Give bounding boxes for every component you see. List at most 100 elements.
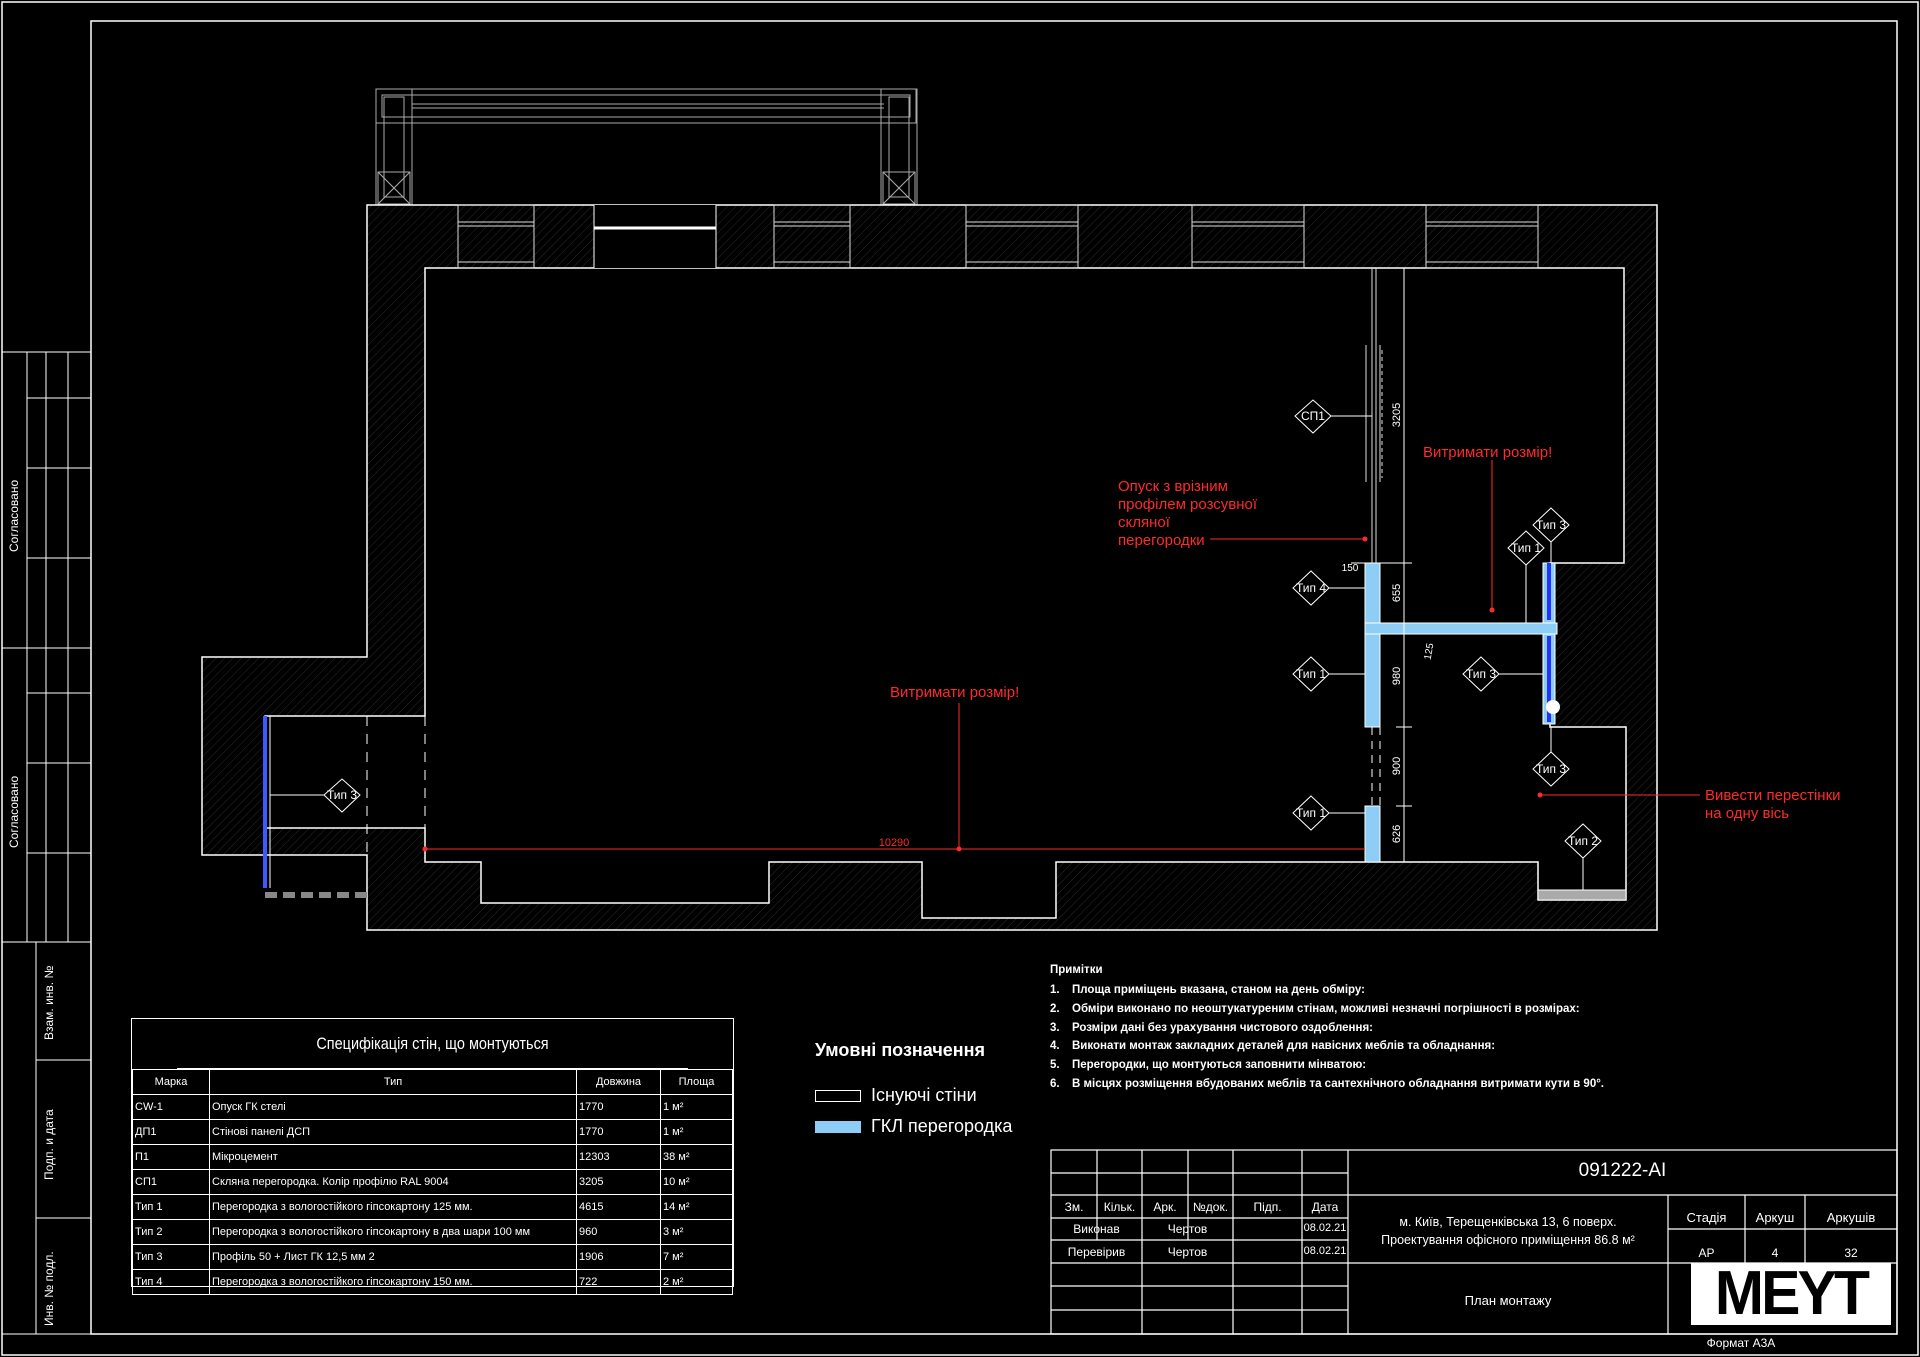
side-agreed-1: Согласовано [7, 479, 21, 552]
note-item: 1. Площа приміщень вказана, станом на ден… [1050, 984, 1365, 996]
notes: Примітки 1. Площа приміщень вказана, стан… [1050, 964, 1604, 1097]
note-item: 5. Перегородки, що монтуються заповнити м… [1050, 1059, 1367, 1072]
spec-cell: Тип 2 [132, 1219, 210, 1245]
note-keep-size-center: Витримати розмір! [890, 684, 1019, 701]
tag-tip3-a: Тип 3 [1536, 518, 1566, 532]
tag-sp1: СП1 [1301, 409, 1325, 423]
spec-cell: Перегородка з вологостійкого гіпсокартон… [209, 1219, 577, 1245]
spec-cell: 722 [576, 1269, 661, 1295]
spec-cell: СП1 [132, 1169, 210, 1195]
legend-title: Умовні позначення [815, 1040, 986, 1060]
side-inv-orig: Инв. № подл. [42, 1251, 56, 1326]
tag-tip2: Тип 2 [1568, 834, 1598, 848]
dim-10290: 10290 [879, 837, 910, 849]
tb-header: Підп. [1253, 1200, 1282, 1214]
tb-header: №док. [1192, 1200, 1229, 1214]
tag-tip3-c: Тип 3 [1536, 762, 1566, 776]
note-axis-1: Вивести перестінки [1705, 787, 1841, 804]
table-row: ДП1 Стінові панелі ДСП 1770 1 м² [132, 1119, 733, 1145]
spec-cell: 4615 [576, 1194, 661, 1220]
dim-980: 980 [1391, 667, 1403, 685]
note-item: 4. Виконати монтаж закладних деталей для … [1050, 1040, 1496, 1053]
spec-cell: Перегородка з вологостійкого гіпсокартон… [209, 1269, 577, 1295]
table-row: СП1 Скляна перегородка. Колір профілю RAL… [132, 1169, 733, 1195]
tag-tip1-a: Тип 1 [1296, 667, 1326, 681]
tb-stage-header: Стадія [1686, 1210, 1727, 1225]
spec-header-row: Марка Тип Довжина Площа [132, 1069, 733, 1095]
legend-gkl-label: ГКЛ перегородка [871, 1116, 1013, 1136]
note-opusk-4: перегородки [1118, 532, 1205, 549]
spec-cell: Тип 4 [132, 1269, 210, 1295]
note-text: Обміри виконано по неоштукатуреним стіна… [1072, 1002, 1580, 1015]
note-text: Розміри дані без урахування чистового оз… [1072, 1021, 1373, 1034]
spec-header: Марка [132, 1069, 210, 1095]
legend-gkl-swatch [815, 1120, 861, 1133]
side-inv-replace: Взам. инв. № [42, 965, 56, 1040]
table-row: Тип 3 Профіль 50 + Лист ГК 12,5 мм 2 1906 7… [132, 1244, 733, 1270]
dim-900: 900 [1391, 757, 1403, 775]
tag-tip4: Тип 4 [1296, 581, 1326, 595]
note-opusk-3: скляної [1118, 514, 1171, 531]
spec-header: Довжина [576, 1069, 661, 1095]
spec-grid: Марка Тип Довжина Площа CW-1 Опуск ГК сте… [132, 1069, 733, 1295]
existing-walls [201, 204, 1658, 931]
tag-tip1-c: Тип 1 [1511, 541, 1541, 555]
note-item: 2. Обміри виконано по неоштукатуреним сті… [1050, 1002, 1580, 1015]
tag-tip1-b: Тип 1 [1296, 806, 1326, 820]
spec-cell: 7 м² [660, 1244, 733, 1270]
spec-cell: 1770 [576, 1094, 661, 1120]
note-opusk-2: профілем розсувної [1118, 496, 1258, 513]
table-row: П1 Мікроцемент 12303 38 м² [132, 1144, 733, 1170]
spec-cell: 1 м² [660, 1119, 733, 1145]
tb-sheets-header: Аркушів [1826, 1210, 1876, 1225]
tb-address: м. Київ, Терещенківська 13, 6 поверх. [1399, 1215, 1617, 1229]
spec-cell: Тип 1 [132, 1194, 210, 1220]
table-row: Тип 1 Перегородка з вологостійкого гіпсок… [132, 1194, 733, 1220]
tag-tip3-b: Тип 3 [1466, 667, 1496, 681]
canopy-structure [375, 88, 918, 206]
note-text: В місцях розміщення вбудованих меблів та… [1072, 1077, 1605, 1090]
spec-cell: Мікроцемент [209, 1144, 577, 1170]
tb-role-executed: Виконав [1073, 1222, 1120, 1236]
spec-cell: Скляна перегородка. Колір профілю RAL 90… [209, 1169, 577, 1195]
legend-existing-label: Існуючі стіни [871, 1085, 977, 1105]
spec-cell: 960 [576, 1219, 661, 1245]
tb-drawing-name: План монтажу [1464, 1293, 1552, 1308]
spec-cell: 1 м² [660, 1094, 733, 1120]
legend-existing: Існуючі стіни [815, 1085, 1015, 1106]
note-opusk-1: Опуск з врізним [1118, 478, 1228, 495]
spec-table: Специфікація стін, що монтуються Марка Т… [131, 1018, 734, 1295]
tb-header: Кільк. [1103, 1200, 1136, 1214]
tb-sheet-header: Аркуш [1755, 1210, 1795, 1225]
tb-sheet: 4 [1771, 1246, 1779, 1260]
spec-cell: Перегородка з вологостійкого гіпсокартон… [209, 1194, 577, 1220]
table-row: Тип 4 Перегородка з вологостійкого гіпсок… [132, 1269, 733, 1295]
title-block: 091222-АІ Зм. Кільк. Арк. №док. Підп. Да… [1051, 1150, 1891, 1350]
spec-cell: 38 м² [660, 1144, 733, 1170]
spec-cell: Тип 3 [132, 1244, 210, 1270]
spec-cell: CW-1 [132, 1094, 210, 1120]
tag-tip3-d: Тип 3 [327, 788, 357, 802]
tb-date-executed: 08.02.21 [1303, 1222, 1347, 1234]
spec-cell: ДП1 [132, 1119, 210, 1145]
dim-3205: 3205 [1391, 403, 1403, 427]
spec-cell: 2 м² [660, 1269, 733, 1295]
pipe-marker [1546, 700, 1560, 714]
legend-gkl: ГКЛ перегородка [815, 1116, 1015, 1137]
tb-name-executed: Чертов [1167, 1222, 1208, 1236]
tb-header: Дата [1311, 1200, 1339, 1214]
company-logo: MEYT [1691, 1263, 1891, 1325]
spec-cell: 1770 [576, 1119, 661, 1145]
note-text: Виконати монтаж закладних деталей для на… [1072, 1040, 1496, 1053]
note-keep-size-right: Витримати розмір! [1423, 444, 1552, 461]
dim-150: 150 [1342, 563, 1359, 574]
legend: Умовні позначення Існуючі стіни ГКЛ пере… [815, 1040, 1015, 1147]
spec-title: Специфікація стін, що монтуються [177, 1019, 688, 1069]
spec-cell: 3205 [576, 1169, 661, 1195]
tb-stage: АР [1698, 1246, 1715, 1260]
note-text: Площа приміщень вказана, станом на день … [1072, 984, 1365, 996]
table-row: CW-1 Опуск ГК стелі 1770 1 м² [132, 1094, 733, 1120]
tb-sheets: 32 [1844, 1246, 1858, 1260]
tb-header: Арк. [1153, 1200, 1177, 1214]
spec-cell: Стінові панелі ДСП [209, 1119, 577, 1145]
